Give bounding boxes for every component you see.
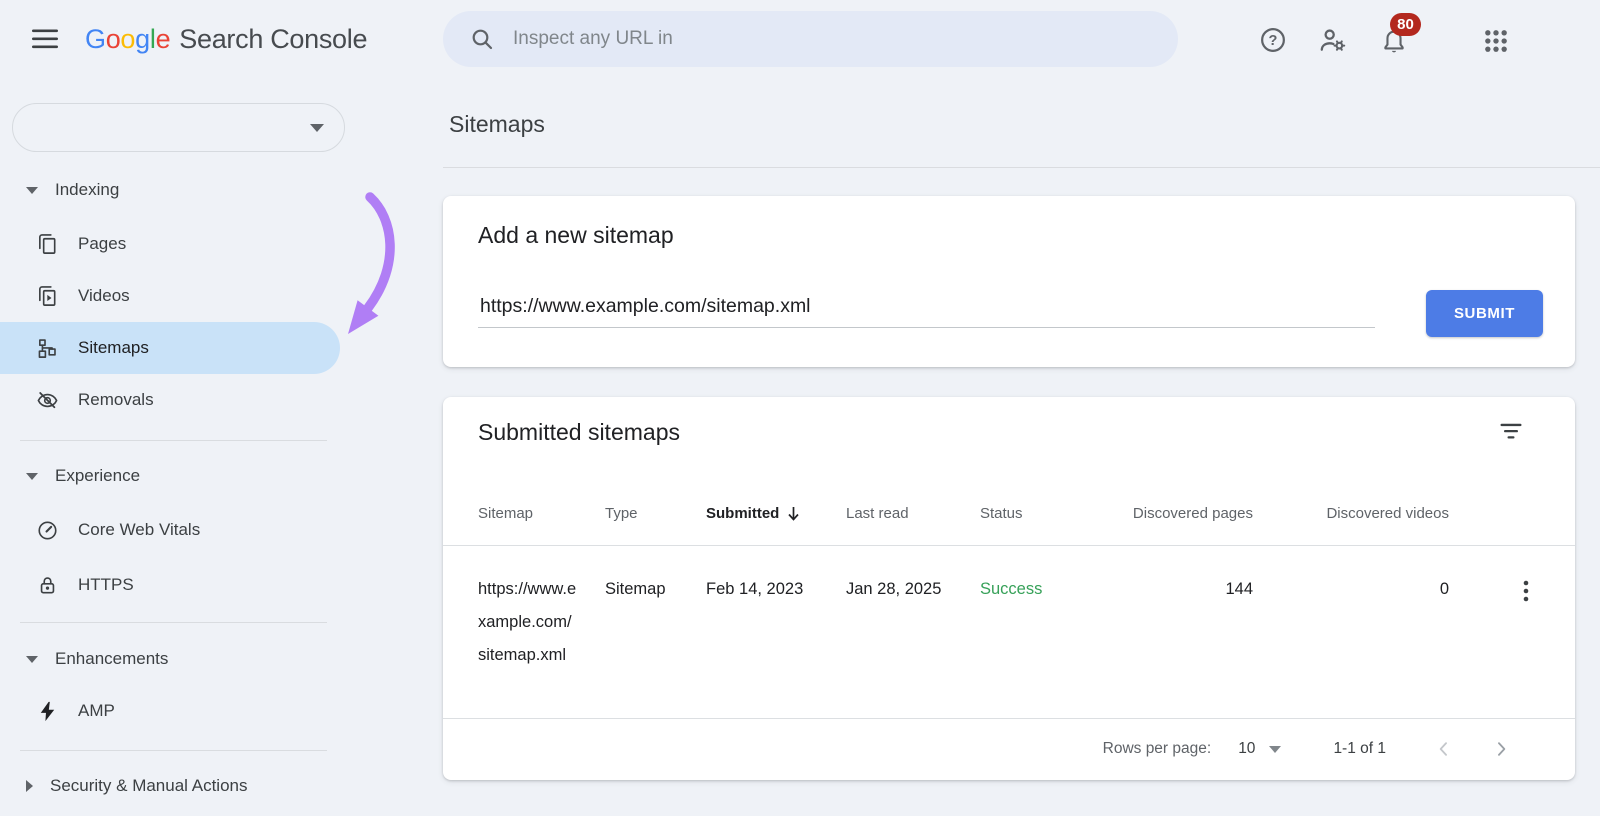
rows-per-page-dropdown-icon[interactable] [1269, 745, 1282, 753]
rows-per-page-label: Rows per page: [1102, 740, 1212, 757]
column-header-sitemap[interactable]: Sitemap [478, 505, 605, 522]
section-collapse-icon [26, 186, 38, 194]
cell-discovered-pages: 144 [1225, 580, 1253, 598]
sitemaps-icon [38, 338, 56, 358]
svg-text:?: ? [1269, 33, 1278, 49]
sidebar-item-label: Videos [78, 286, 130, 305]
section-label: Security & Manual Actions [50, 776, 248, 795]
section-label: Enhancements [55, 649, 169, 668]
removals-icon [37, 391, 58, 408]
apps-grid-icon [1485, 30, 1507, 52]
cell-last-read: Jan 28, 2025 [846, 580, 942, 598]
sidebar-item-label: Core Web Vitals [78, 520, 201, 539]
sidebar-section-experience[interactable]: Experience [0, 458, 420, 494]
submitted-sitemaps-card: Submitted sitemaps Sitemap Type Submitte… [443, 397, 1575, 780]
status-badge: Success [980, 580, 1043, 598]
cell-sitemap-url[interactable]: https://www.example.com/sitemap.xml [478, 573, 578, 672]
rows-per-page-value[interactable]: 10 [1238, 740, 1255, 758]
section-label: Experience [55, 466, 141, 485]
page-title: Sitemaps [449, 111, 545, 137]
user-settings-icon [1320, 29, 1346, 51]
chevron-left-icon [1439, 742, 1447, 756]
sidebar-item-core-web-vitals[interactable]: Core Web Vitals [0, 504, 420, 556]
submit-button[interactable]: SUBMIT [1426, 290, 1543, 337]
table-header-row: Sitemap Type Submitted Last read Status … [443, 493, 1575, 533]
sidebar-item-pages[interactable]: Pages [0, 218, 420, 270]
sidebar-section-indexing[interactable]: Indexing [0, 172, 420, 208]
section-label: Indexing [55, 180, 120, 199]
three-dots-icon [1523, 580, 1529, 602]
https-lock-icon [40, 576, 55, 594]
sidebar-item-label: Pages [78, 234, 127, 253]
url-inspection-searchbar[interactable] [443, 11, 1178, 67]
table-row[interactable]: https://www.example.com/sitemap.xml Site… [443, 545, 1575, 672]
chevron-right-icon [1498, 742, 1506, 756]
column-header-label: Submitted [706, 504, 780, 522]
amp-icon [40, 701, 55, 721]
sidebar-item-label: Sitemaps [78, 338, 149, 357]
pages-icon [39, 233, 56, 254]
sidebar-item-removals[interactable]: Removals [0, 374, 420, 426]
sidebar-item-label: HTTPS [78, 575, 134, 594]
pagination-range-label: 1-1 of 1 [1333, 740, 1386, 757]
sidebar-item-sitemaps[interactable]: Sitemaps [0, 322, 340, 374]
hamburger-menu-button[interactable] [31, 28, 59, 52]
row-menu-button[interactable] [1517, 578, 1535, 607]
hamburger-icon [32, 29, 58, 48]
property-selector-dropdown[interactable] [12, 103, 345, 152]
apps-grid-button[interactable] [1482, 27, 1510, 58]
column-header-status[interactable]: Status [980, 505, 1128, 522]
section-collapse-icon [26, 472, 38, 480]
title-divider [443, 167, 1600, 168]
column-header-type[interactable]: Type [605, 505, 706, 522]
column-header-discovered-videos[interactable]: Discovered videos [1253, 505, 1449, 522]
column-header-discovered-pages[interactable]: Discovered pages [1128, 505, 1253, 522]
sidebar-item-videos[interactable]: Videos [0, 270, 420, 322]
section-expand-icon [26, 780, 33, 792]
sidebar-item-label: AMP [78, 701, 115, 720]
core-web-vitals-icon [38, 520, 57, 540]
app-name-text: Search Console [179, 24, 368, 54]
notification-count-badge: 80 [1390, 13, 1421, 36]
pagination-bar: Rows per page: 10 1-1 of 1 [443, 718, 1575, 780]
sidebar-item-label: Removals [78, 390, 154, 409]
sidebar-item-https[interactable]: HTTPS [0, 559, 420, 611]
user-settings-button[interactable] [1318, 26, 1349, 57]
sidebar-section-security-manual-actions[interactable]: Security & Manual Actions [0, 768, 420, 804]
sidebar-item-amp[interactable]: AMP [0, 685, 420, 737]
cell-type: Sitemap [605, 580, 666, 598]
notifications-area: 80 [1374, 10, 1424, 62]
add-sitemap-title: Add a new sitemap [478, 222, 674, 248]
google-brand-text: Google [85, 24, 171, 54]
search-input[interactable] [513, 28, 1113, 50]
next-page-button[interactable] [1488, 736, 1514, 762]
videos-icon [39, 285, 56, 306]
filter-icon [1500, 423, 1522, 439]
app-logo: Google Search Console [85, 24, 368, 55]
filter-button[interactable] [1497, 421, 1525, 445]
app-root: Google Search Console ? [0, 0, 1600, 816]
cell-discovered-videos: 0 [1439, 580, 1449, 598]
help-icon: ? [1261, 28, 1285, 52]
prev-page-button[interactable] [1431, 736, 1457, 762]
column-header-submitted[interactable]: Submitted [706, 505, 846, 522]
cell-submitted: Feb 14, 2023 [706, 580, 804, 598]
add-sitemap-card: Add a new sitemap SUBMIT [443, 196, 1575, 367]
help-button[interactable]: ? [1259, 26, 1287, 57]
column-header-last-read[interactable]: Last read [846, 505, 980, 522]
chevron-down-icon [310, 123, 324, 132]
sidebar-divider [20, 750, 327, 751]
sidebar-section-enhancements[interactable]: Enhancements [0, 641, 420, 677]
sidebar-divider [20, 440, 327, 441]
sidebar-divider [20, 622, 327, 623]
sort-desc-icon [788, 506, 799, 521]
search-icon [472, 29, 493, 50]
sitemap-url-input[interactable] [478, 289, 1375, 328]
submitted-sitemaps-title: Submitted sitemaps [478, 419, 680, 445]
section-collapse-icon [26, 655, 38, 663]
